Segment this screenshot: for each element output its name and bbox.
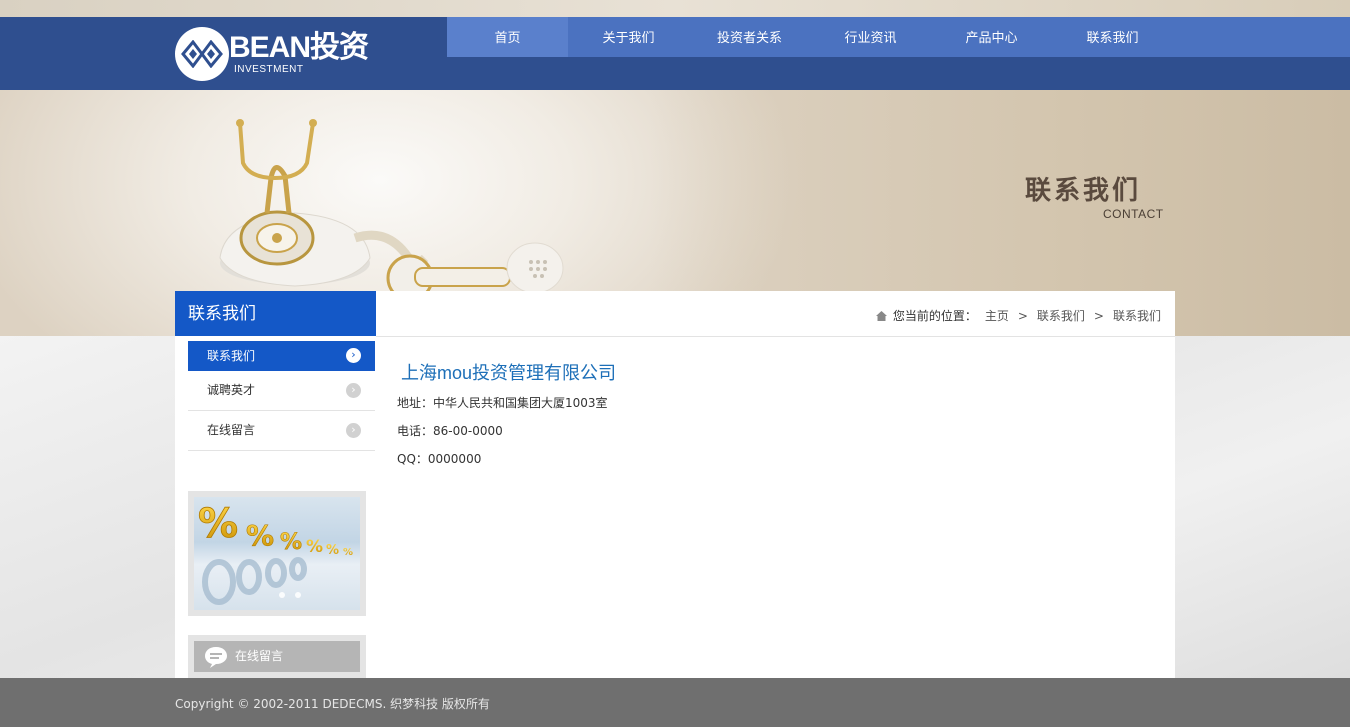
site-logo[interactable]: BEAN投资 INVESTMENT bbox=[175, 26, 380, 82]
svg-text:%: % bbox=[306, 537, 323, 557]
svg-text:%: % bbox=[246, 519, 274, 552]
sidebar-item-label: 诚聘英才 bbox=[207, 383, 256, 397]
breadcrumb-level1-link[interactable]: 联系我们 bbox=[1037, 309, 1085, 323]
svg-text:%: % bbox=[326, 543, 339, 558]
copyright-text: Copyright © 2002-2011 DEDECMS. 织梦科技 版权所有 bbox=[175, 697, 490, 711]
chevron-right-icon: › bbox=[346, 423, 361, 438]
percent-illustration-icon: % % % % % % bbox=[194, 497, 360, 610]
nav-products[interactable]: 产品中心 bbox=[931, 17, 1052, 57]
sidebar-item-label: 联系我们 bbox=[207, 349, 256, 363]
nav-about[interactable]: 关于我们 bbox=[568, 17, 689, 57]
chat-bubble-icon bbox=[205, 647, 227, 668]
nav-investor-relations[interactable]: 投资者关系 bbox=[689, 17, 810, 57]
breadcrumb-home-link[interactable]: 主页 bbox=[985, 309, 1009, 323]
sidebar-item-label: 在线留言 bbox=[207, 423, 256, 437]
breadcrumb-current[interactable]: 联系我们 bbox=[1113, 309, 1161, 323]
logo-text: BEAN投资 bbox=[229, 31, 369, 64]
sidebar-menu: 联系我们 › 诚聘英才 › 在线留言 › bbox=[188, 341, 375, 451]
sidebar-item-contact[interactable]: 联系我们 › bbox=[188, 341, 375, 371]
chevron-right-icon: › bbox=[346, 348, 361, 363]
breadcrumb-separator: > bbox=[1093, 309, 1104, 323]
message-box: 在线留言 bbox=[188, 635, 366, 678]
sidebar-title: 联系我们 bbox=[175, 291, 376, 336]
breadcrumb-bar: 您当前的位置： 主页 > 联系我们 > 联系我们 bbox=[376, 291, 1175, 337]
site-footer: Copyright © 2002-2011 DEDECMS. 织梦科技 版权所有 bbox=[0, 678, 1350, 727]
logo-emblem-icon bbox=[175, 27, 229, 81]
company-address: 地址：中华人民共和国集团大厦1003室 bbox=[397, 396, 608, 410]
site-header: BEAN投资 INVESTMENT 首页 关于我们 投资者关系 行业资讯 产品中… bbox=[0, 17, 1350, 90]
sidebar-item-guestbook[interactable]: 在线留言 › bbox=[188, 411, 375, 451]
svg-text:%: % bbox=[198, 501, 238, 547]
banner-title: 联系我们 bbox=[1025, 176, 1142, 206]
nav-home[interactable]: 首页 bbox=[447, 17, 568, 57]
online-message-button[interactable]: 在线留言 bbox=[194, 641, 360, 672]
svg-text:%: % bbox=[343, 547, 353, 558]
logo-subtext: INVESTMENT bbox=[234, 64, 304, 75]
nav-industry-news[interactable]: 行业资讯 bbox=[810, 17, 931, 57]
top-strip bbox=[0, 0, 1350, 17]
company-qq: QQ：0000000 bbox=[397, 452, 482, 466]
home-icon bbox=[875, 311, 887, 321]
sidebar-item-careers[interactable]: 诚聘英才 › bbox=[188, 371, 375, 411]
breadcrumb: 您当前的位置： 主页 > 联系我们 > 联系我们 bbox=[875, 307, 1161, 324]
svg-text:%: % bbox=[280, 530, 302, 555]
breadcrumb-prefix: 您当前的位置： bbox=[892, 309, 977, 323]
telephone-illustration-icon bbox=[219, 119, 564, 298]
online-message-label: 在线留言 bbox=[235, 649, 284, 663]
breadcrumb-separator: > bbox=[1017, 309, 1028, 323]
chevron-right-icon: › bbox=[346, 383, 361, 398]
company-phone: 电话：86-00-0000 bbox=[397, 424, 503, 438]
nav-contact[interactable]: 联系我们 bbox=[1052, 17, 1173, 57]
promo-banner[interactable]: % % % % % % bbox=[188, 491, 366, 616]
sidebar: 联系我们 联系我们 › 诚聘英才 › 在线留言 › % % % % % % 在线… bbox=[175, 291, 376, 678]
main-content: 您当前的位置： 主页 > 联系我们 > 联系我们 上海mou投资管理有限公司 地址：中华人… bbox=[376, 291, 1175, 678]
company-name: 上海mou投资管理有限公司 bbox=[401, 363, 617, 383]
banner-subtitle: CONTACT bbox=[1103, 207, 1164, 221]
main-nav: 首页 关于我们 投资者关系 行业资讯 产品中心 联系我们 bbox=[447, 17, 1350, 57]
